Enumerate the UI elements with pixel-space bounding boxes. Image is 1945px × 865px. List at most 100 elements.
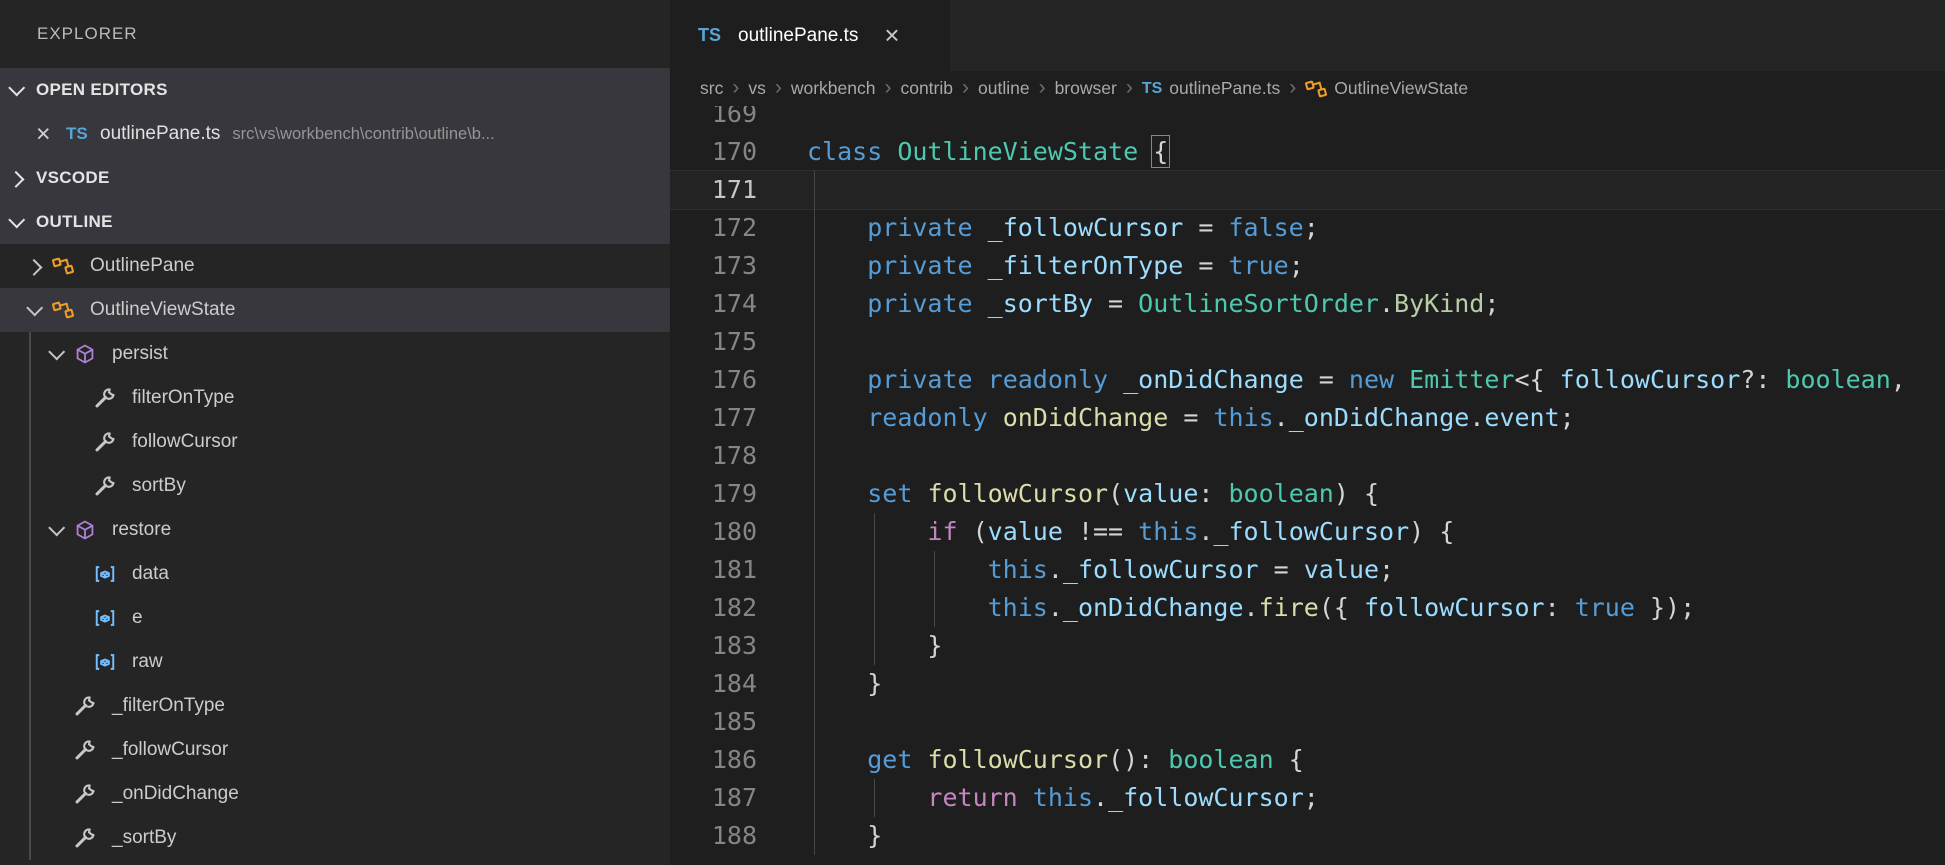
line-number[interactable]: 178 (670, 437, 757, 475)
code-text: readonly onDidChange = this._onDidChange… (807, 399, 1575, 437)
tab-label: outlinePane.ts (738, 25, 858, 47)
property-icon (94, 475, 124, 497)
line-number[interactable]: 176 (670, 361, 757, 399)
outline-item-outlinepane[interactable]: OutlinePane (0, 244, 670, 288)
line-number[interactable]: 182 (670, 589, 757, 627)
chevron-down-icon[interactable] (38, 524, 74, 536)
line-number[interactable]: 184 (670, 665, 757, 703)
property-icon (74, 827, 104, 849)
outline-item-_ondidchange[interactable]: _onDidChange (0, 772, 670, 816)
outline-item-raw[interactable]: raw (0, 640, 670, 684)
chevron-separator-icon: › (775, 76, 782, 100)
line-number[interactable]: 172 (670, 209, 757, 247)
outline-item-e[interactable]: e (0, 596, 670, 640)
line-number[interactable]: 181 (670, 551, 757, 589)
line-number[interactable]: 188 (670, 817, 757, 855)
code-line-181: 181 this._followCursor = value; (670, 551, 1945, 589)
open-editor-filename: outlinePane.ts (100, 123, 220, 145)
outline-tree: OutlinePane OutlineViewState persist fil… (0, 244, 670, 860)
outline-item-label: raw (132, 651, 163, 673)
code-text: return this._followCursor; (807, 779, 1319, 817)
breadcrumb-label: vs (748, 78, 766, 99)
outline-item-data[interactable]: data (0, 552, 670, 596)
tab-outlinepane[interactable]: TS outlinePane.ts × (670, 0, 950, 71)
line-number[interactable]: 174 (670, 285, 757, 323)
breadcrumb-item-outlineviewstate[interactable]: OutlineViewState (1305, 78, 1468, 100)
section-label: VSCODE (36, 168, 110, 188)
line-number[interactable]: 169 (670, 106, 757, 133)
code-line-186: 186 get followCursor(): boolean { (670, 741, 1945, 779)
outline-item-restore[interactable]: restore (0, 508, 670, 552)
code-text: private _sortBy = OutlineSortOrder.ByKin… (807, 285, 1499, 323)
outline-item-followcursor[interactable]: followCursor (0, 420, 670, 464)
breadcrumb-item-outline[interactable]: outline (978, 78, 1030, 99)
line-number[interactable]: 185 (670, 703, 757, 741)
line-number[interactable]: 175 (670, 323, 757, 361)
property-icon (94, 387, 124, 409)
editor-group: TS outlinePane.ts × src › vs › workbench › con… (670, 0, 1945, 865)
line-number[interactable]: 170 (670, 133, 757, 171)
outline-item-label: _onDidChange (112, 783, 239, 805)
outline-item-_filterontype[interactable]: _filterOnType (0, 684, 670, 728)
breadcrumb-item-contrib[interactable]: contrib (900, 78, 953, 99)
code-text: } (807, 665, 882, 703)
chevron-down-icon[interactable] (16, 304, 52, 316)
outline-item-outlineviewstate[interactable]: OutlineViewState (0, 288, 670, 332)
line-number[interactable]: 187 (670, 779, 757, 817)
close-icon[interactable]: × (884, 20, 899, 51)
breadcrumb-item-vs[interactable]: vs (748, 78, 766, 99)
section-label: OUTLINE (36, 212, 113, 232)
typescript-file-icon: TS (66, 124, 100, 144)
breadcrumb-item-browser[interactable]: browser (1055, 78, 1117, 99)
chevron-down-icon[interactable] (0, 216, 36, 228)
chevron-separator-icon: › (884, 76, 891, 100)
breadcrumb-label: browser (1055, 78, 1117, 99)
line-number[interactable]: 186 (670, 741, 757, 779)
code-text: this._followCursor = value; (807, 551, 1394, 589)
outline-item-_followcursor[interactable]: _followCursor (0, 728, 670, 772)
breadcrumb-item-src[interactable]: src (700, 78, 723, 99)
code-text: } (807, 627, 942, 665)
code-line-178: 178 (670, 437, 1945, 475)
line-number[interactable]: 177 (670, 399, 757, 437)
section-vscode[interactable]: VSCODE (0, 156, 670, 200)
typescript-file-icon: TS (698, 25, 738, 46)
outline-item-label: data (132, 563, 169, 585)
line-number[interactable]: 183 (670, 627, 757, 665)
breadcrumb-item-outlinepane-ts[interactable]: TSoutlinePane.ts (1142, 78, 1280, 99)
bracket-match-highlight: { (1153, 137, 1168, 166)
line-number[interactable]: 179 (670, 475, 757, 513)
class-icon (52, 299, 82, 321)
outline-item-sortby[interactable]: sortBy (0, 464, 670, 508)
section-open-editors[interactable]: OPEN EDITORS (0, 68, 670, 112)
outline-item-label: followCursor (132, 431, 238, 453)
outline-item-_sortby[interactable]: _sortBy (0, 816, 670, 860)
chevron-right-icon[interactable] (0, 172, 36, 184)
chevron-separator-icon: › (1039, 76, 1046, 100)
variable-icon (94, 607, 124, 629)
chevron-right-icon[interactable] (16, 260, 52, 272)
indent-guide (814, 171, 815, 209)
outline-item-filterontype[interactable]: filterOnType (0, 376, 670, 420)
indent-guide (814, 703, 815, 741)
line-number[interactable]: 173 (670, 247, 757, 285)
code-editor[interactable]: 169170class OutlineViewState {171172 pri… (670, 106, 1945, 865)
chevron-down-icon[interactable] (0, 84, 36, 96)
breadcrumb-item-workbench[interactable]: workbench (791, 78, 876, 99)
outline-item-persist[interactable]: persist (0, 332, 670, 376)
breadcrumb-label: outlinePane.ts (1169, 78, 1280, 99)
code-line-175: 175 (670, 323, 1945, 361)
close-icon[interactable]: × (36, 112, 66, 156)
section-label: OPEN EDITORS (36, 80, 168, 100)
property-icon (74, 739, 104, 761)
outline-item-label: _followCursor (112, 739, 228, 761)
chevron-down-icon[interactable] (38, 348, 74, 360)
section-outline[interactable]: OUTLINE (0, 200, 670, 244)
code-line-169: 169 (670, 106, 1945, 133)
code-text: } (807, 817, 882, 855)
line-number[interactable]: 180 (670, 513, 757, 551)
open-editor-item[interactable]: × TS outlinePane.ts src\vs\workbench\con… (0, 112, 670, 156)
line-number[interactable]: 171 (670, 171, 757, 209)
outline-item-label: _filterOnType (112, 695, 225, 717)
outline-item-label: e (132, 607, 143, 629)
